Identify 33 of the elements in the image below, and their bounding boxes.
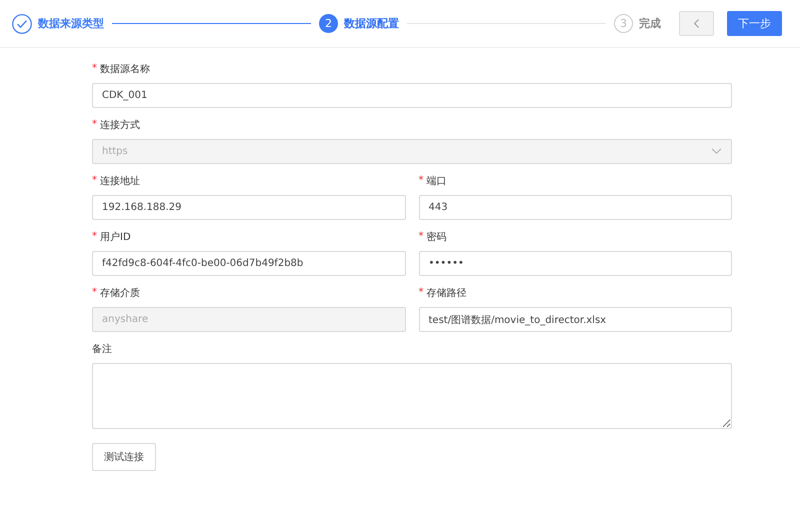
field-label: 存储路径 (426, 286, 466, 300)
step-number: 2 (319, 14, 338, 33)
required-mark: * (92, 175, 97, 186)
field-label: 存储介质 (100, 286, 140, 300)
input-field[interactable]: 192.168.188.29 (92, 195, 406, 220)
required-mark: * (92, 231, 97, 242)
field-label: 连接地址 (100, 174, 140, 188)
required-mark: * (418, 287, 424, 298)
input-field[interactable]: 443 (418, 195, 732, 220)
password-field[interactable]: •••••• (418, 251, 732, 276)
step-label[interactable]: 数据来源类型 (38, 16, 104, 31)
step-number: 3 (614, 14, 633, 33)
textarea-field[interactable] (92, 363, 732, 429)
input-field[interactable]: test/图谱数据/movie_to_director.xlsx (418, 307, 732, 332)
required-mark: * (92, 119, 97, 130)
step-label[interactable]: 完成 (639, 16, 661, 31)
chevron-down-icon (711, 148, 722, 155)
field-label: 端口 (426, 174, 446, 188)
field-label: 连接方式 (100, 118, 140, 132)
required-mark: * (418, 231, 424, 242)
field-label: 用户ID (100, 230, 131, 244)
next-button[interactable]: 下一步 (727, 11, 782, 36)
chevron-left-icon (692, 18, 700, 29)
required-mark: * (92, 63, 97, 74)
field-label: 数据源名称 (100, 62, 150, 76)
field-label: 备注 (92, 342, 112, 356)
input-field[interactable]: CDK_001 (92, 83, 732, 108)
required-mark: * (418, 175, 424, 186)
input-field[interactable]: f42fd9c8-604f-4fc0-be00-06d7b49f2b8b (92, 251, 406, 276)
step-label[interactable]: 数据源配置 (344, 16, 399, 31)
required-mark: * (92, 287, 97, 298)
field-label: 密码 (426, 230, 446, 244)
test-connection-button[interactable]: 测试连接 (92, 443, 156, 471)
